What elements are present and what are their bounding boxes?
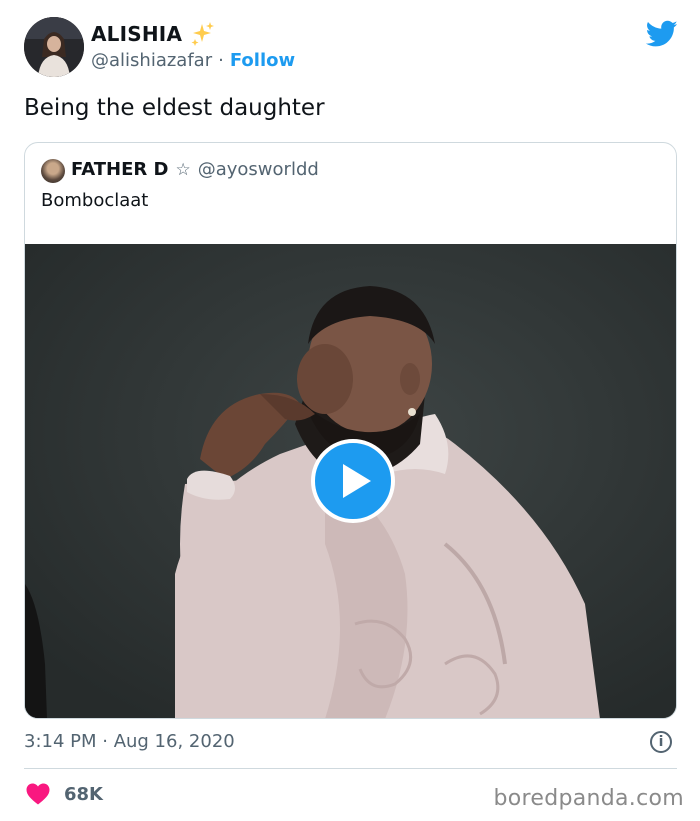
author-handle-row: @alishiazafar · Follow xyxy=(91,50,295,71)
quoted-author-row: FATHER D ☆ @ayosworldd xyxy=(71,159,319,180)
quoted-author-avatar[interactable] xyxy=(41,159,65,183)
play-icon xyxy=(342,464,371,498)
info-icon[interactable]: i xyxy=(650,731,672,753)
watermark: boredpanda.com xyxy=(493,786,684,811)
like-button[interactable]: 68K xyxy=(26,783,103,805)
separator-dot: · xyxy=(218,50,224,71)
author-handle[interactable]: @alishiazafar xyxy=(91,50,212,71)
like-count: 68K xyxy=(64,783,103,805)
quoted-text: Bomboclaat xyxy=(41,190,149,211)
divider xyxy=(24,768,677,769)
video-player[interactable] xyxy=(25,244,676,718)
heart-icon xyxy=(26,783,50,805)
author-display-name[interactable]: ALISHIA xyxy=(91,22,182,46)
twitter-bird-icon[interactable] xyxy=(646,20,678,48)
author-avatar[interactable] xyxy=(24,17,84,77)
tweet-card: ALISHIA @alishiazafar · Follow Being the… xyxy=(0,0,700,821)
star-icon: ☆ xyxy=(175,159,191,180)
follow-button[interactable]: Follow xyxy=(230,50,295,71)
tweet-text: Being the eldest daughter xyxy=(24,95,325,121)
quoted-display-name[interactable]: FATHER D xyxy=(71,159,168,180)
quoted-handle[interactable]: @ayosworldd xyxy=(198,159,319,180)
sparkles-icon xyxy=(191,22,215,46)
quoted-tweet[interactable]: FATHER D ☆ @ayosworldd Bomboclaat xyxy=(24,142,677,719)
tweet-timestamp[interactable]: 3:14 PM · Aug 16, 2020 xyxy=(24,731,235,752)
author-name-row: ALISHIA xyxy=(91,21,216,47)
play-button[interactable] xyxy=(311,439,395,523)
